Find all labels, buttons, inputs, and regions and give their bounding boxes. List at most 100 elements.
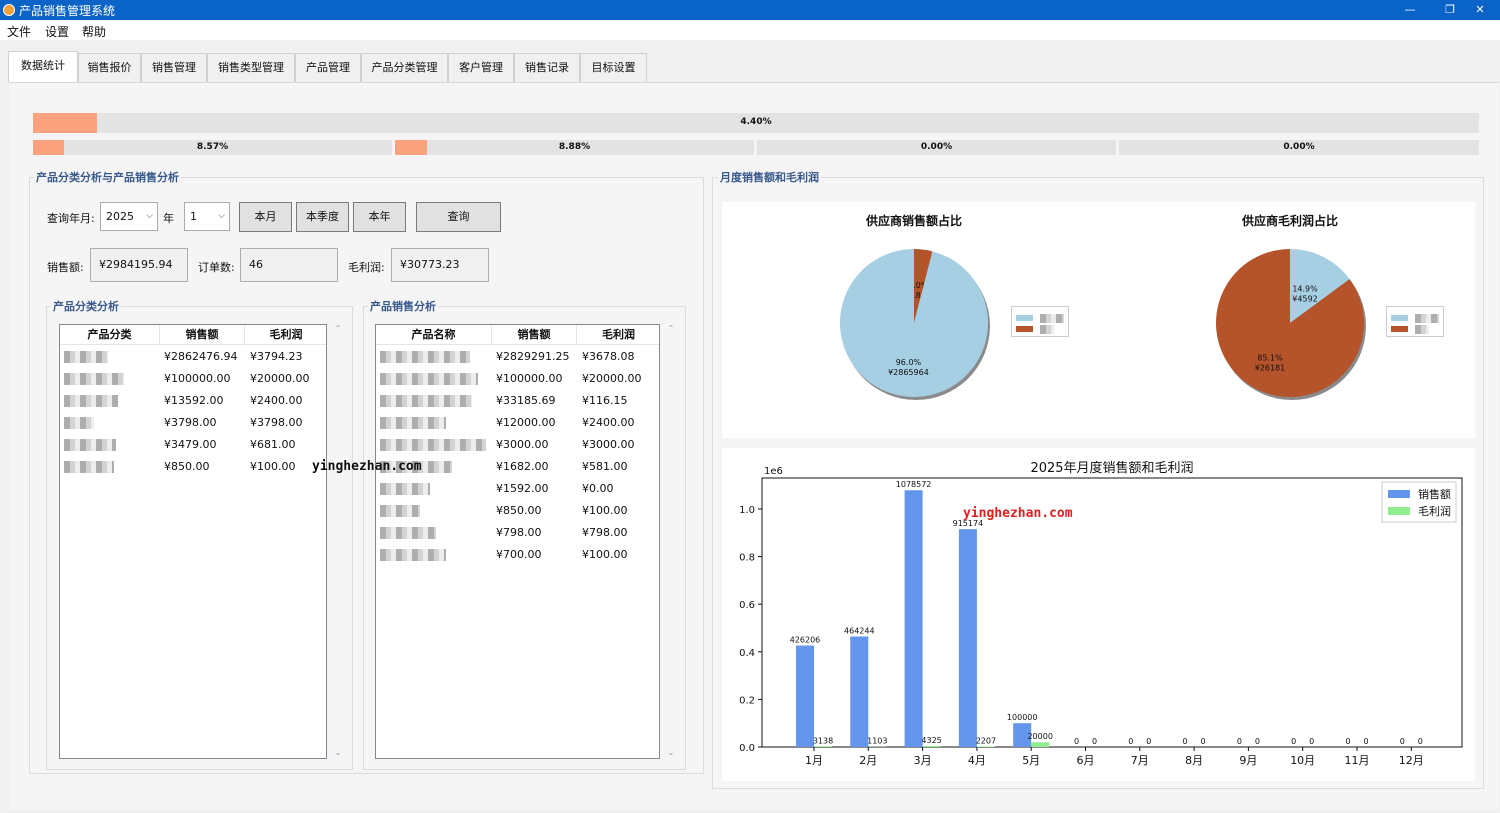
legend-swatch <box>1016 326 1033 332</box>
table-row[interactable]: ¥2829291.25 ¥3678.08 <box>376 346 659 368</box>
sales-bar[interactable] <box>850 636 869 747</box>
legend-swatch <box>1016 315 1033 321</box>
tab-customer-management[interactable]: 客户管理 <box>448 53 514 82</box>
gross-profit-cell: ¥3798.00 <box>250 416 303 429</box>
table-row[interactable]: ¥850.00 ¥100.00 <box>60 456 326 478</box>
bar-value-label: 0 <box>1363 737 1368 746</box>
scroll-up-icon[interactable]: ⌃ <box>332 324 344 333</box>
menu-help[interactable]: 帮助 <box>82 23 106 40</box>
pie-slice-percent: 85.1% <box>1257 354 1283 363</box>
table-row[interactable]: ¥3000.00 ¥3000.00 <box>376 434 659 456</box>
menu-settings[interactable]: 设置 <box>45 23 69 40</box>
column-header[interactable]: 产品名称 <box>376 325 492 345</box>
redacted-text <box>380 351 470 363</box>
column-header[interactable]: 毛利润 <box>245 325 326 345</box>
legend-swatch <box>1391 315 1408 321</box>
sales-bar[interactable] <box>796 645 814 747</box>
column-header[interactable]: 产品分类 <box>60 325 160 345</box>
redacted-name-cell <box>380 412 490 434</box>
pie-slice-value: ¥4592 <box>1292 294 1317 303</box>
x-tick-label: 6月 <box>1077 754 1095 767</box>
tab-sales-management[interactable]: 销售管理 <box>141 53 207 82</box>
x-tick-label: 12月 <box>1399 754 1424 767</box>
query-button[interactable]: 查询 <box>416 202 501 232</box>
profit-bar[interactable] <box>922 745 941 747</box>
sales-amount-cell: ¥12000.00 <box>496 416 556 429</box>
table-row[interactable]: ¥100000.00 ¥20000.00 <box>60 368 326 390</box>
scroll-down-icon[interactable]: ⌄ <box>332 748 344 757</box>
tab-sales-records[interactable]: 销售记录 <box>514 53 580 82</box>
title-bar: 产品销售管理系统 — ❐ ✕ <box>0 0 1500 20</box>
sales-bar[interactable] <box>904 490 923 747</box>
category-analysis-table[interactable]: 产品分类 销售额 毛利润 ¥2862476.94 ¥3794.23 ¥100000.… <box>59 324 327 759</box>
product-analysis-table[interactable]: 产品名称 销售额 毛利润 ¥2829291.25 ¥3678.08 ¥100000.… <box>375 324 660 759</box>
gross-profit-cell: ¥681.00 <box>250 438 296 451</box>
progress-label: 0.00% <box>920 142 953 152</box>
category-table-scrollbar[interactable]: ⌃ ⌄ <box>332 324 344 759</box>
sales-amount-cell: ¥2862476.94 <box>164 350 238 363</box>
sales-amount-cell: ¥3000.00 <box>496 438 549 451</box>
month-select[interactable]: 1 ⌵ <box>184 202 230 231</box>
tab-sales-type-management[interactable]: 销售类型管理 <box>207 53 295 82</box>
menu-file[interactable]: 文件 <box>7 23 31 40</box>
tab-data-stats[interactable]: 数据统计 <box>8 51 78 82</box>
scroll-up-icon[interactable]: ⌃ <box>665 324 677 333</box>
this-month-button[interactable]: 本月 <box>239 202 292 232</box>
redacted-name-cell <box>64 346 158 368</box>
table-row[interactable]: ¥700.00 ¥100.00 <box>376 544 659 566</box>
profit-label: 毛利润: <box>348 261 385 274</box>
table-row[interactable]: ¥1592.00 ¥0.00 <box>376 478 659 500</box>
redacted-text <box>64 395 118 407</box>
table-row[interactable]: ¥3798.00 ¥3798.00 <box>60 412 326 434</box>
redacted-name-cell <box>380 434 490 456</box>
table-row[interactable]: ¥13592.00 ¥2400.00 <box>60 390 326 412</box>
x-tick-label: 11月 <box>1345 754 1370 767</box>
table-row[interactable]: ¥33185.69 ¥116.15 <box>376 390 659 412</box>
tab-product-management[interactable]: 产品管理 <box>295 53 361 82</box>
table-row[interactable]: ¥798.00 ¥798.00 <box>376 522 659 544</box>
sales-label: 销售额: <box>47 261 84 274</box>
bar-value-label: 4325 <box>921 736 941 745</box>
bar-value-label: 464244 <box>844 626 875 635</box>
legend-swatch <box>1391 326 1408 332</box>
profit-bar[interactable] <box>976 746 995 747</box>
profit-total-field[interactable]: ¥30773.23 <box>391 248 489 282</box>
orders-count-field[interactable]: 46 <box>240 248 338 282</box>
bar-value-label: 1103 <box>867 737 887 746</box>
column-header[interactable]: 销售额 <box>492 325 577 345</box>
this-year-button[interactable]: 本年 <box>353 202 406 232</box>
tab-target-settings[interactable]: 目标设置 <box>580 53 647 82</box>
redacted-name-cell <box>64 434 158 456</box>
product-table-scrollbar[interactable]: ⌃ ⌄ <box>665 324 677 759</box>
x-tick-label: 7月 <box>1131 754 1149 767</box>
this-quarter-button[interactable]: 本季度 <box>296 202 349 232</box>
progress-label: 8.57% <box>196 142 229 152</box>
profit-bar[interactable] <box>1031 742 1050 747</box>
sales-total-field[interactable]: ¥2984195.94 <box>90 248 188 282</box>
pie-slice-percent: 96.0% <box>896 358 922 367</box>
minimize-icon[interactable]: — <box>1390 0 1430 20</box>
tab-sales-quote[interactable]: 销售报价 <box>78 53 141 82</box>
column-header[interactable]: 销售额 <box>160 325 245 345</box>
year-select[interactable]: 2025 ⌵ <box>100 202 158 231</box>
x-tick-label: 10月 <box>1290 754 1315 767</box>
table-row[interactable]: ¥850.00 ¥100.00 <box>376 500 659 522</box>
sales-bar[interactable] <box>958 529 977 747</box>
bar-value-label: 2207 <box>976 736 996 745</box>
scroll-down-icon[interactable]: ⌄ <box>665 748 677 757</box>
table-row[interactable]: ¥100000.00 ¥20000.00 <box>376 368 659 390</box>
table-row[interactable]: ¥3479.00 ¥681.00 <box>60 434 326 456</box>
monthly-group-title: 月度销售额和毛利润 <box>718 169 821 185</box>
redacted-text <box>64 351 108 363</box>
profit-bar[interactable] <box>814 746 832 747</box>
redacted-text <box>64 373 124 385</box>
table-row[interactable]: ¥12000.00 ¥2400.00 <box>376 412 659 434</box>
redacted-name-cell <box>380 522 490 544</box>
bar-value-label: 0 <box>1418 737 1423 746</box>
close-icon[interactable]: ✕ <box>1460 0 1500 20</box>
menu-bar: 文件 设置 帮助 <box>0 20 1500 40</box>
column-header[interactable]: 毛利润 <box>577 325 659 345</box>
table-row[interactable]: ¥2862476.94 ¥3794.23 <box>60 346 326 368</box>
legend-swatch <box>1388 507 1410 515</box>
tab-product-category-management[interactable]: 产品分类管理 <box>361 53 448 82</box>
